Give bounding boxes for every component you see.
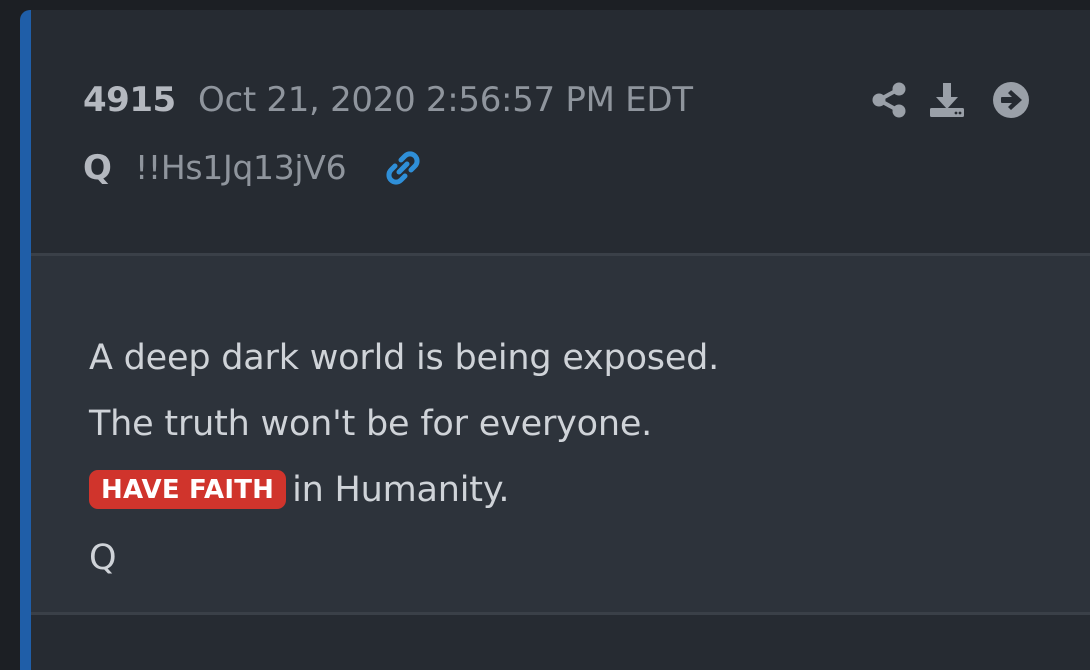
post-header: 4915 Oct 21, 2020 2:56:57 PM EDT Q !!Hs1… — [31, 10, 1090, 253]
download-icon[interactable] — [927, 80, 967, 120]
post-body: A deep dark world is being exposed. The … — [31, 256, 1090, 612]
post-author: Q — [83, 148, 112, 188]
post-footer — [31, 615, 1090, 670]
message-line: HAVE FAITH in Humanity. — [89, 470, 509, 510]
link-icon[interactable] — [383, 148, 423, 188]
message-signature: Q — [89, 538, 117, 578]
have-faith-badge: HAVE FAITH — [89, 470, 287, 509]
post-date: Oct 21, 2020 2:56:57 PM EDT — [198, 80, 693, 120]
arrow-right-circle-icon[interactable] — [991, 80, 1031, 120]
message-line: A deep dark world is being exposed. — [89, 338, 720, 378]
message-line-rest: in Humanity. — [292, 470, 510, 510]
post-tripcode: !!Hs1Jq13jV6 — [135, 148, 347, 187]
post-card: 4915 Oct 21, 2020 2:56:57 PM EDT Q !!Hs1… — [20, 10, 1090, 670]
message-line: The truth won't be for everyone. — [89, 404, 653, 444]
share-icon[interactable] — [869, 80, 909, 120]
post-number[interactable]: 4915 — [83, 80, 176, 120]
